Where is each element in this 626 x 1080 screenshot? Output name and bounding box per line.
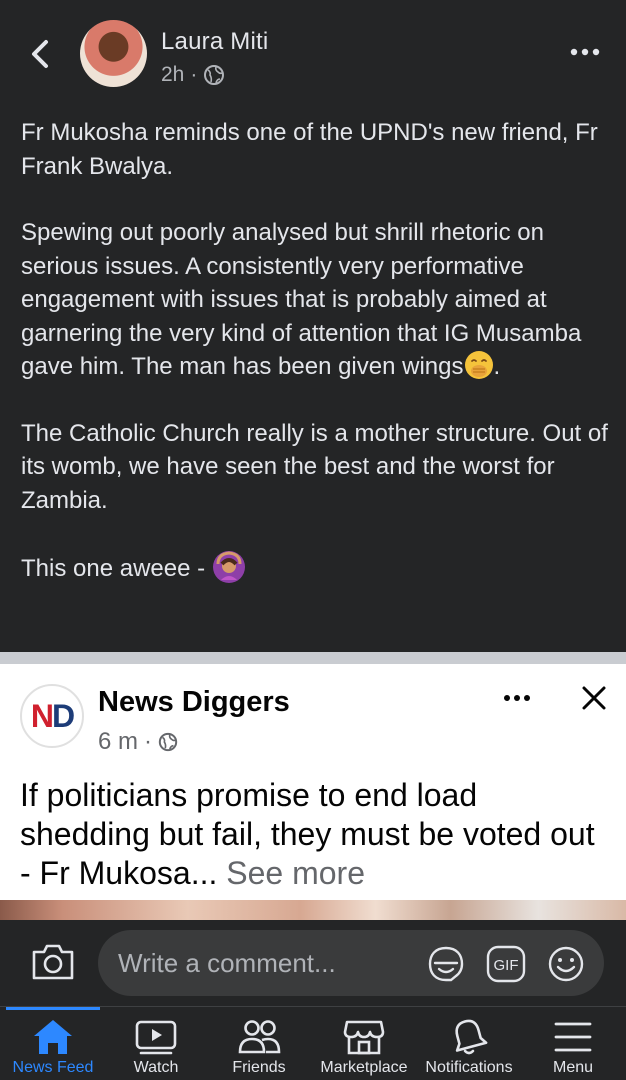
svg-text:GIF: GIF (494, 957, 519, 974)
section-divider (0, 652, 626, 664)
menu-icon (554, 1022, 592, 1052)
sticker-icon (428, 946, 464, 982)
shared-author[interactable]: News Diggers (98, 686, 290, 719)
globe-icon (158, 732, 178, 752)
post-author[interactable]: Laura Miti (161, 28, 268, 56)
tab-label: Marketplace (320, 1059, 408, 1076)
avatar[interactable] (80, 20, 147, 87)
smiley-icon (548, 946, 584, 982)
shared-image-preview[interactable] (0, 900, 626, 920)
shared-post-card[interactable]: ND News Diggers 6 m · If politicians pro… (0, 664, 626, 900)
tab-friends[interactable]: Friends (212, 1007, 306, 1080)
more-options-button[interactable] (568, 40, 602, 64)
hide-post-button[interactable] (576, 680, 612, 716)
post-paragraph: Fr Mukosha reminds one of the UPND's new… (21, 119, 598, 180)
face-with-hand-over-mouth-icon (464, 351, 493, 379)
gif-button[interactable]: GIF (486, 944, 526, 984)
bottom-tab-bar: News Feed Watch Friends Marketplace Noti… (0, 1006, 626, 1080)
camera-button[interactable] (30, 942, 76, 982)
tab-label: Friends (232, 1059, 286, 1076)
sticker-button[interactable] (426, 944, 466, 984)
emoji-button[interactable] (546, 944, 586, 984)
post-meta: 2h · (161, 63, 225, 87)
tab-label: Watch (133, 1059, 179, 1076)
home-icon (34, 1020, 72, 1054)
post-paragraph: This one aweee - (21, 550, 613, 586)
comment-input[interactable] (98, 930, 604, 996)
shared-more-button[interactable] (500, 688, 534, 708)
tab-news-feed[interactable]: News Feed (6, 1007, 100, 1080)
chevron-left-icon (32, 40, 48, 68)
tab-watch[interactable]: Watch (110, 1007, 202, 1080)
friends-icon (238, 1020, 281, 1054)
back-button[interactable] (22, 34, 58, 74)
meta-separator: · (190, 63, 198, 86)
tab-label: Notifications (425, 1059, 513, 1076)
tab-menu[interactable]: Menu (530, 1007, 616, 1080)
news-diggers-logo[interactable]: ND (20, 684, 84, 748)
globe-icon (204, 65, 225, 85)
see-more-link[interactable]: See more (226, 855, 365, 891)
shared-meta: 6 m · (98, 728, 178, 756)
close-icon (582, 686, 606, 710)
watch-icon (135, 1020, 177, 1055)
tab-notifications[interactable]: Notifications (418, 1007, 520, 1080)
tab-label: News Feed (12, 1059, 94, 1076)
post-paragraph: The Catholic Church really is a mother s… (21, 419, 608, 514)
tab-marketplace[interactable]: Marketplace (316, 1007, 412, 1080)
woman-gesturing-ok-icon (212, 551, 245, 583)
more-dots-icon (504, 695, 530, 701)
shared-text: If politicians promise to end load shedd… (20, 777, 595, 891)
comment-bar: GIF (0, 920, 626, 1006)
bell-icon (455, 1019, 488, 1055)
tab-label: Menu (552, 1059, 594, 1076)
gif-icon: GIF (486, 945, 526, 983)
shared-time[interactable]: 6 m (98, 728, 138, 756)
more-dots-icon (570, 48, 600, 56)
camera-icon (32, 944, 74, 980)
meta-separator: · (144, 728, 153, 755)
post-time[interactable]: 2h (161, 63, 184, 87)
post-header: Laura Miti 2h · (0, 0, 626, 110)
post-paragraph: Spewing out poorly analysed but shrill r… (21, 219, 582, 380)
marketplace-icon (343, 1020, 385, 1055)
post-body: Fr Mukosha reminds one of the UPND's new… (21, 116, 613, 619)
